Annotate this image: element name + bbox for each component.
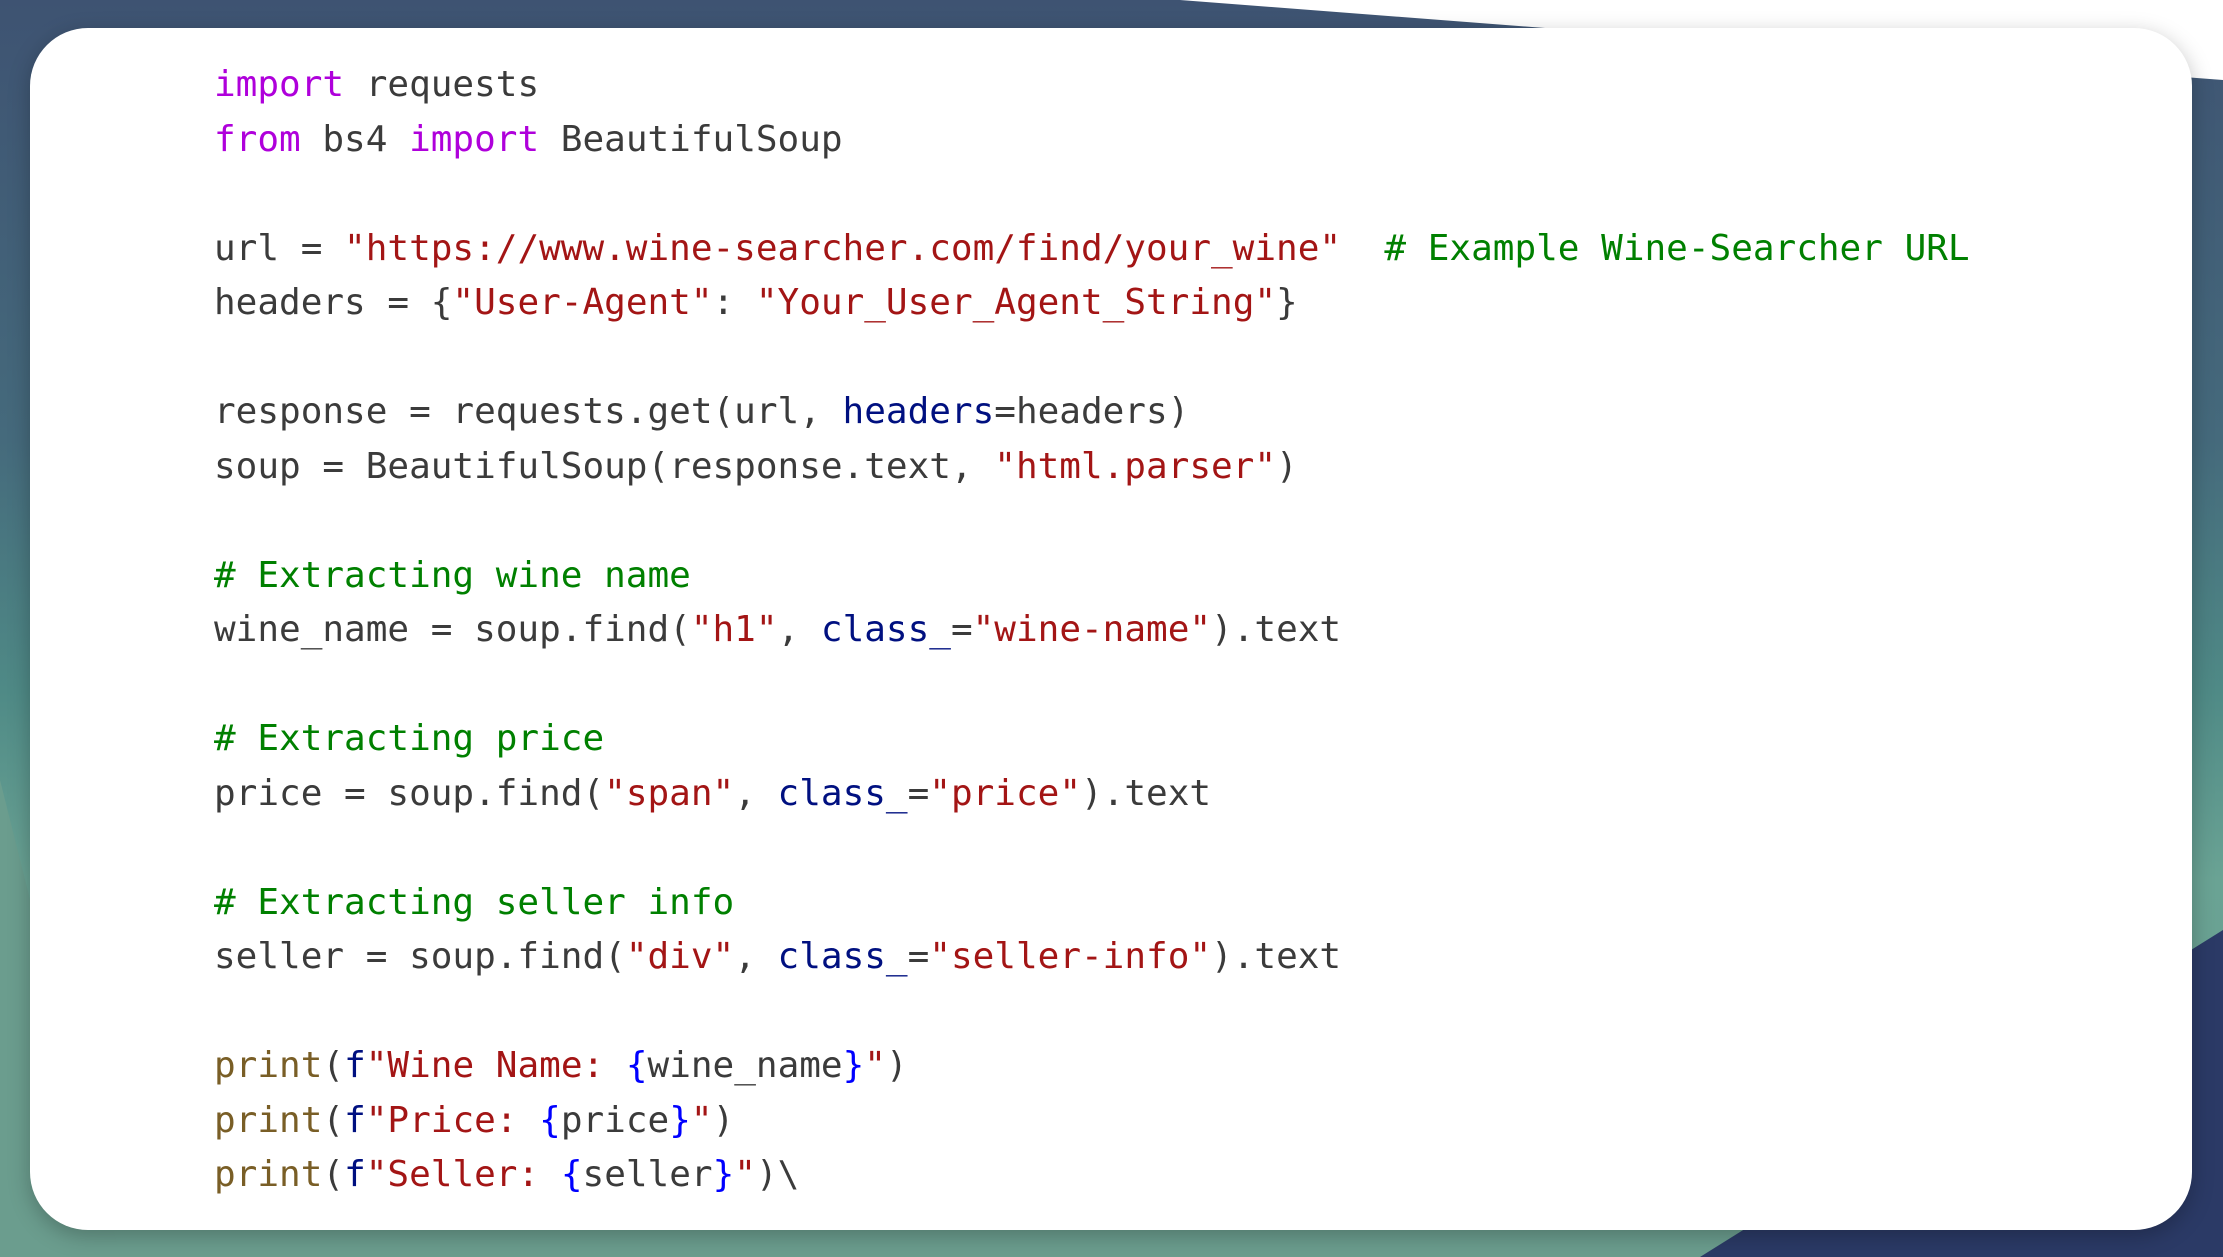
comment-token: # Extracting price bbox=[214, 718, 605, 759]
code-line: # Extracting price bbox=[214, 712, 1970, 767]
code-line: headers = {"User-Agent": "Your_User_Agen… bbox=[214, 276, 1970, 331]
string-token: " bbox=[734, 1154, 756, 1195]
code-line: soup = BeautifulSoup(response.text, "htm… bbox=[214, 440, 1970, 495]
text-token: url = bbox=[214, 227, 345, 269]
text-token: ( bbox=[322, 1154, 345, 1195]
comment-token: # Extracting seller info bbox=[214, 881, 735, 923]
parameter-token: class_ bbox=[820, 609, 951, 650]
string-token: "wine-name" bbox=[972, 609, 1212, 650]
string-token: "seller-info" bbox=[929, 936, 1212, 977]
text-token: bs4 bbox=[300, 118, 410, 160]
text-token: requests bbox=[344, 64, 540, 105]
function-token: print bbox=[214, 1099, 323, 1141]
function-token: print bbox=[214, 1045, 323, 1086]
keyword-token: import bbox=[409, 118, 540, 160]
text-token: price = soup.find( bbox=[214, 772, 605, 814]
string-token: " bbox=[690, 1099, 713, 1141]
text-token: ) bbox=[712, 1099, 735, 1141]
brace-token: { bbox=[560, 1154, 583, 1195]
code-line: wine_name = soup.find("h1", class_="wine… bbox=[214, 603, 1970, 658]
keyword-token: from bbox=[214, 118, 301, 160]
code-line: import requests bbox=[214, 58, 1970, 113]
text-token: seller = soup.find( bbox=[214, 936, 626, 977]
code-line: url = "https://www.wine-searcher.com/fin… bbox=[214, 222, 1970, 277]
code-line: price = soup.find("span", class_="price"… bbox=[214, 767, 1970, 822]
text-token: = bbox=[907, 772, 930, 814]
string-token: "Price: bbox=[365, 1099, 540, 1141]
brace-token: { bbox=[625, 1045, 648, 1086]
code-line: # Extracting seller info bbox=[214, 876, 1970, 931]
text-token: , bbox=[734, 936, 778, 977]
text-token: = bbox=[907, 936, 930, 977]
text-token: wine_name = soup.find( bbox=[214, 609, 691, 650]
code-line: print(f"Wine Name: {wine_name}") bbox=[214, 1039, 1970, 1094]
text-token: : bbox=[712, 282, 756, 323]
brace-token: { bbox=[539, 1099, 561, 1141]
parameter-token: class_ bbox=[777, 772, 908, 814]
text-token: response = requests.get(url, bbox=[214, 391, 843, 432]
parameter-token: class_ bbox=[777, 936, 908, 977]
brace-token: } bbox=[712, 1154, 735, 1195]
string-token: "Seller: bbox=[365, 1154, 561, 1195]
parameter-token: f bbox=[344, 1045, 366, 1086]
text-token: ).text bbox=[1211, 936, 1342, 977]
code-line: seller = soup.find("div", class_="seller… bbox=[214, 930, 1970, 985]
text-token: ( bbox=[322, 1099, 345, 1141]
brace-token: } bbox=[669, 1099, 691, 1141]
text-token: )\ bbox=[755, 1154, 800, 1195]
comment-token: # Extracting wine name bbox=[214, 554, 691, 596]
string-token: "html.parser" bbox=[994, 445, 1277, 487]
string-token: "h1" bbox=[690, 609, 778, 650]
code-line: print(f"Seller: {seller}")\ bbox=[214, 1148, 1970, 1203]
text-token: headers = { bbox=[214, 282, 453, 323]
text-token: ).text bbox=[1081, 772, 1212, 814]
code-block: import requests from bs4 import Beautiful… bbox=[214, 58, 1970, 1203]
text-token: ).text bbox=[1211, 609, 1342, 650]
text-token: wine_name bbox=[647, 1045, 843, 1086]
text-token: ( bbox=[322, 1045, 345, 1086]
text-token: seller bbox=[582, 1154, 713, 1195]
string-token: " bbox=[864, 1045, 886, 1086]
text-token: =headers) bbox=[994, 391, 1190, 432]
text-token: price bbox=[560, 1099, 670, 1141]
code-line: print(f"Price: {price}") bbox=[214, 1094, 1970, 1149]
text-token: , bbox=[734, 772, 778, 814]
code-line: # Extracting wine name bbox=[214, 549, 1970, 604]
string-token: "Your_User_Agent_String" bbox=[755, 282, 1277, 323]
text-token: , bbox=[777, 609, 821, 650]
text-token: soup = BeautifulSoup(response.text, bbox=[214, 445, 995, 487]
string-token: "Wine Name: bbox=[365, 1045, 626, 1086]
string-token: "span" bbox=[604, 772, 735, 814]
code-line: response = requests.get(url, headers=hea… bbox=[214, 385, 1970, 440]
text-token: } bbox=[1276, 282, 1298, 323]
string-token: "div" bbox=[625, 936, 735, 977]
parameter-token: f bbox=[344, 1154, 366, 1195]
function-token: print bbox=[214, 1154, 323, 1195]
text-token: ) bbox=[885, 1045, 908, 1086]
brace-token: } bbox=[842, 1045, 865, 1086]
string-token: "price" bbox=[929, 772, 1081, 814]
parameter-token: f bbox=[344, 1099, 366, 1141]
text-token: ) bbox=[1276, 445, 1298, 487]
keyword-token: import bbox=[214, 64, 345, 105]
parameter-token: headers bbox=[842, 391, 995, 432]
string-token: "https://www.wine-searcher.com/find/your… bbox=[344, 227, 1342, 269]
code-line: from bs4 import BeautifulSoup bbox=[214, 113, 1970, 168]
text-token: BeautifulSoup bbox=[539, 118, 843, 160]
comment-token: # Example Wine-Searcher URL bbox=[1384, 227, 1970, 269]
text-token: = bbox=[950, 609, 973, 650]
string-token: "User-Agent" bbox=[452, 282, 713, 323]
